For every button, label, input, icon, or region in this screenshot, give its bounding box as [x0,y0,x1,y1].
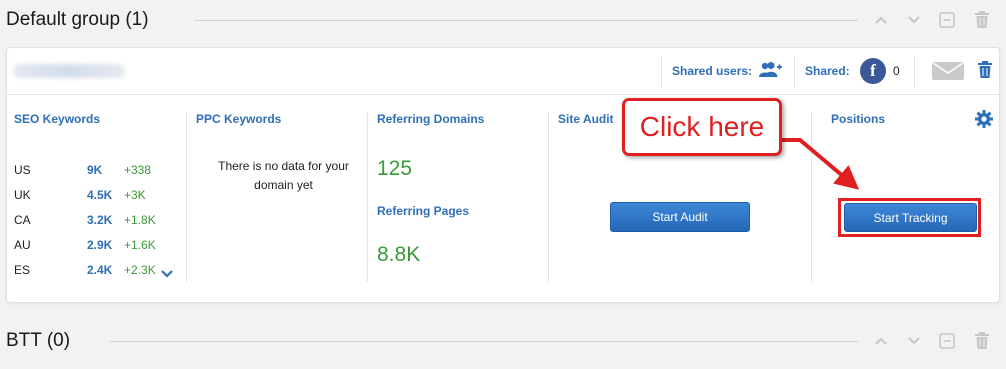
group-title: Default group (1) [6,9,149,30]
divider [794,57,795,87]
referring-domains-title[interactable]: Referring Domains [377,112,484,126]
add-user-icon[interactable] [759,61,783,84]
keyword-count[interactable]: 4.5K [87,188,112,202]
start-audit-button[interactable]: Start Audit [610,202,750,232]
group-header-btt: BTT (0) [0,320,1006,360]
keyword-count[interactable]: 9K [87,163,102,177]
move-down-icon[interactable] [904,331,924,351]
settings-gear-icon[interactable] [975,110,993,133]
project-card-header: Shared users: Shared: f 0 [7,48,999,95]
move-down-icon[interactable] [904,10,924,30]
column-divider [548,112,549,282]
positions-title[interactable]: Positions [831,112,885,126]
group-title: BTT (0) [6,330,71,351]
ppc-no-data-message: There is no data for your domain yet [196,157,371,195]
collapse-icon[interactable] [937,10,957,30]
group-divider [195,20,858,21]
keyword-delta: +2.3K [124,263,156,277]
column-divider [367,112,368,282]
database-code: AU [14,238,31,252]
column-divider [811,112,812,282]
highlight-box [838,198,981,237]
trash-icon[interactable] [972,330,992,350]
collapse-icon[interactable] [937,331,957,351]
database-code: CA [14,213,31,227]
ppc-keywords-title[interactable]: PPC Keywords [196,112,281,126]
referring-pages-value[interactable]: 8.8K [377,243,420,267]
keyword-delta: +338 [124,163,152,177]
database-code: US [14,163,31,177]
trash-icon[interactable] [972,9,992,29]
referring-pages-title[interactable]: Referring Pages [377,204,469,218]
email-icon[interactable] [932,62,964,80]
seo-keywords-title[interactable]: SEO Keywords [14,112,100,126]
divider [661,57,662,87]
keyword-delta: +1.8K [124,213,156,227]
seo-keyword-row: ES 2.4K +2.3K [14,263,184,283]
shared-count: 0 [893,64,900,78]
expand-chevron-down-icon[interactable] [160,266,174,284]
divider [914,57,915,87]
delete-project-icon[interactable] [977,60,993,84]
shared-label: Shared: [805,64,850,78]
project-domain-blurred[interactable] [13,64,125,78]
keyword-delta: +3K [124,188,146,202]
keyword-count[interactable]: 2.9K [87,238,112,252]
click-here-callout: Click here [622,98,782,156]
group-header-default: Default group (1) [0,0,1006,40]
keyword-count[interactable]: 3.2K [87,213,112,227]
seo-keyword-row: AU 2.9K +1.6K [14,238,184,258]
referring-domains-value[interactable]: 125 [377,157,412,181]
keyword-delta: +1.6K [124,238,156,252]
shared-users-label: Shared users: [672,64,753,78]
no-data-line: domain yet [254,178,313,192]
seo-keyword-row: CA 3.2K +1.8K [14,213,184,233]
move-up-icon[interactable] [871,331,891,351]
seo-keyword-row: UK 4.5K +3K [14,188,184,208]
no-data-line: There is no data for your [218,159,349,173]
keyword-count[interactable]: 2.4K [87,263,112,277]
facebook-icon[interactable]: f [860,58,886,84]
database-code: UK [14,188,31,202]
seo-keyword-row: US 9K +338 [14,163,184,183]
database-code: ES [14,263,31,277]
move-up-icon[interactable] [871,10,891,30]
group-divider [110,341,858,342]
column-divider [186,112,187,282]
site-audit-title[interactable]: Site Audit [558,112,614,126]
